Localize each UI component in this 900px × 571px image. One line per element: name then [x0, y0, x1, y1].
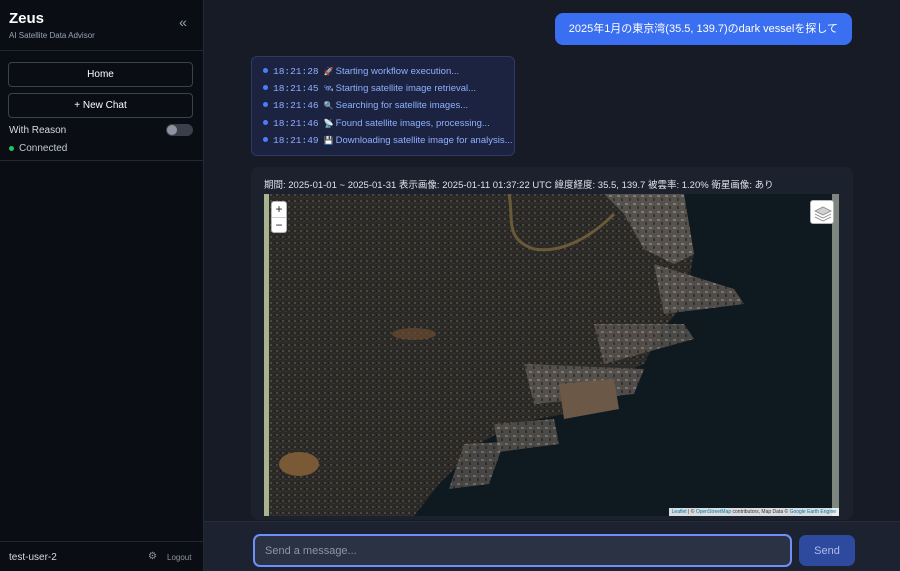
log-entry: 18:21:46 🔍 Searching for satellite images.…: [263, 100, 468, 112]
gee-link[interactable]: Google Earth Engine: [790, 509, 836, 515]
attribution-text: | ©: [686, 509, 696, 515]
layers-button[interactable]: [810, 200, 834, 224]
workflow-log: 18:21:28 🚀 Starting workflow execution... …: [251, 56, 515, 156]
log-bullet: [263, 85, 268, 90]
log-text: Starting workflow execution...: [335, 66, 460, 77]
map-attribution: Leaflet | © OpenStreetMap contributors, …: [668, 508, 839, 516]
log-text: Downloading satellite image for analysis…: [335, 135, 513, 146]
log-time: 18:21:45: [273, 83, 319, 94]
log-text: Searching for satellite images...: [335, 100, 469, 111]
result-metadata: 期間: 2025-01-01 ~ 2025-01-31 表示画像: 2025-0…: [264, 180, 774, 191]
leaflet-link[interactable]: Leaflet: [672, 509, 687, 515]
log-time: 18:21:28: [273, 66, 319, 77]
log-text: Starting satellite image retrieval...: [335, 83, 477, 94]
layers-icon: [814, 206, 832, 222]
zoom-in-button[interactable]: +: [272, 202, 286, 217]
log-time: 18:21:49: [273, 135, 319, 146]
osm-link[interactable]: OpenStreetMap: [696, 509, 731, 515]
satellite-icon: 🛰: [323, 84, 334, 93]
logout-button[interactable]: Logout: [167, 553, 191, 562]
floppy-disk-icon: 💾: [323, 136, 334, 145]
result-card: 期間: 2025-01-01 ~ 2025-01-31 表示画像: 2025-0…: [251, 167, 853, 520]
sidebar-divider: [0, 160, 204, 161]
log-entry: 18:21:49 💾 Downloading satellite image for…: [263, 135, 513, 147]
log-entry: 18:21:46 📡 Found satellite images, process…: [263, 118, 490, 130]
log-time: 18:21:46: [273, 118, 319, 129]
chat-main: 2025年1月の東京湾(35.5, 139.7)のdark vesselを探して…: [204, 0, 900, 571]
satellite-image: [264, 194, 839, 516]
user-name: test-user-2: [9, 552, 57, 563]
new-chat-button[interactable]: + New Chat: [8, 93, 193, 118]
log-text: Found satellite images, processing...: [335, 118, 490, 129]
app-subtitle: AI Satellite Data Advisor: [9, 31, 95, 40]
log-entry: 18:21:28 🚀 Starting workflow execution...: [263, 66, 459, 78]
attribution-text: contributors, Map Data ©: [731, 509, 790, 515]
rocket-icon: 🚀: [323, 67, 334, 76]
toggle-knob: [167, 125, 177, 135]
satellite-map[interactable]: + − Leaflet | © OpenStreetMap contributo…: [264, 194, 839, 516]
app-title: Zeus: [9, 10, 45, 27]
connection-status-dot: [9, 146, 14, 151]
collapse-sidebar-button[interactable]: «: [176, 15, 190, 29]
log-bullet: [263, 137, 268, 142]
sidebar-footer-divider: [0, 541, 204, 542]
with-reason-toggle[interactable]: [166, 124, 193, 136]
log-bullet: [263, 102, 268, 107]
connection-status: Connected: [19, 143, 68, 154]
sidebar: Zeus AI Satellite Data Advisor « Home + …: [0, 0, 204, 571]
zoom-out-button[interactable]: −: [272, 217, 286, 232]
satellite-dish-icon: 📡: [323, 119, 334, 128]
sidebar-divider: [0, 50, 204, 51]
magnifier-icon: 🔍: [323, 101, 334, 110]
with-reason-label: With Reason: [9, 125, 67, 136]
gear-icon[interactable]: ⚙: [148, 552, 158, 562]
double-chevron-left-icon: «: [179, 14, 187, 30]
user-message: 2025年1月の東京湾(35.5, 139.7)のdark vesselを探して: [554, 13, 852, 45]
log-entry: 18:21:45 🛰 Starting satellite image retrie…: [263, 83, 476, 95]
zoom-control: + −: [271, 201, 287, 233]
message-input[interactable]: [253, 534, 792, 567]
message-composer: Send: [204, 521, 900, 571]
log-time: 18:21:46: [273, 100, 319, 111]
send-button[interactable]: Send: [799, 535, 855, 566]
log-bullet: [263, 120, 268, 125]
home-button[interactable]: Home: [8, 62, 193, 87]
log-bullet: [263, 68, 268, 73]
